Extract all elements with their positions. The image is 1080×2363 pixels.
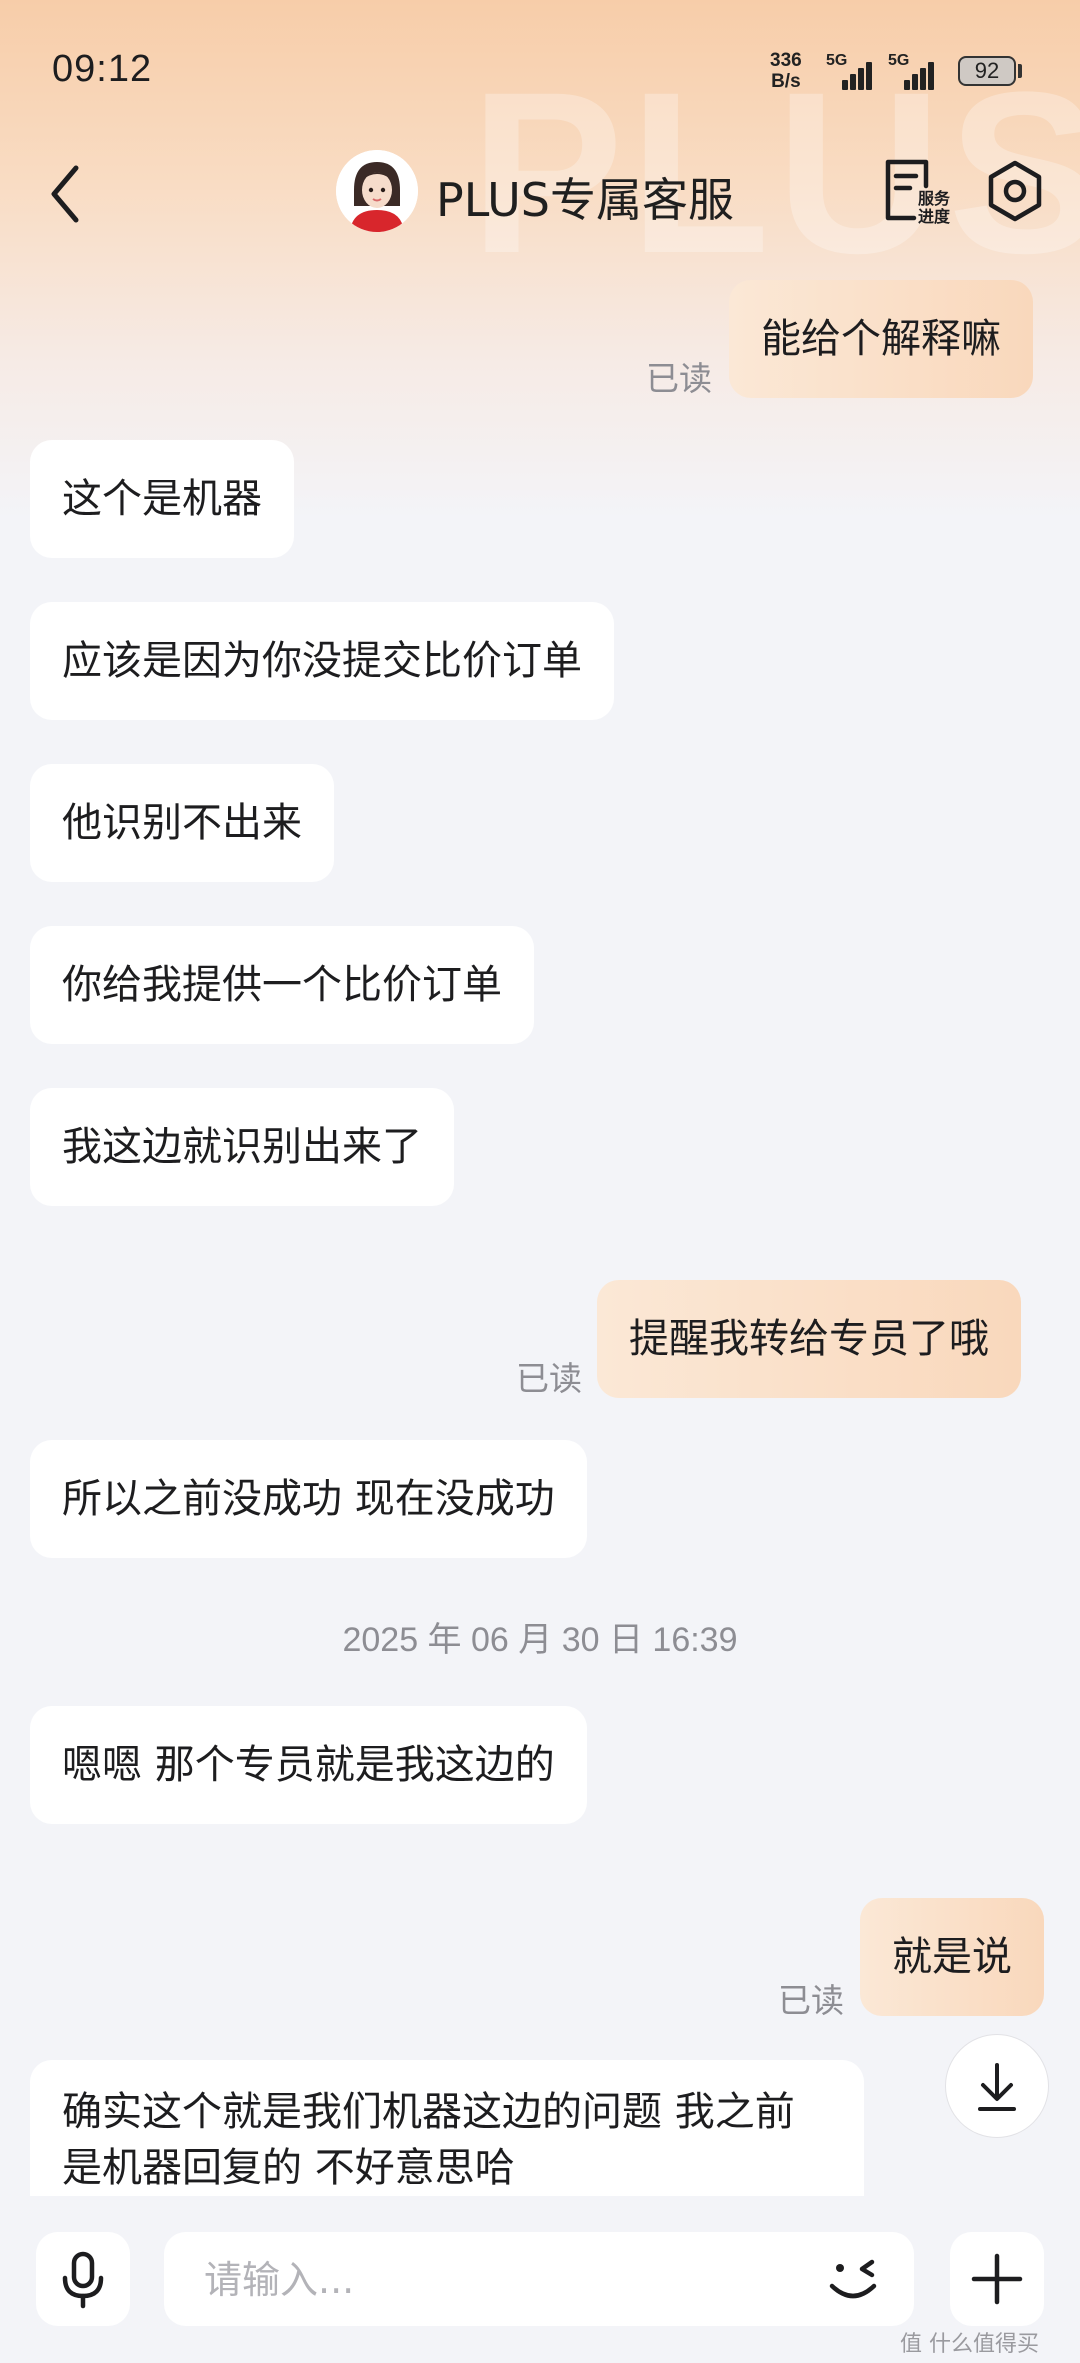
received-message[interactable]: 确实这个就是我们机器这边的问题 我之前是机器回复的 不好意思哈 <box>30 2060 864 2196</box>
received-message[interactable]: 嗯嗯 那个专员就是我这边的 <box>30 1706 587 1824</box>
battery-icon: 92 <box>958 56 1016 86</box>
settings-hexagon-icon <box>988 160 1042 222</box>
read-receipt: 已读 <box>778 1981 844 2020</box>
chevron-left-icon <box>51 165 79 223</box>
service-label-2: 进度 <box>918 207 950 226</box>
emoji-icon <box>829 2259 877 2299</box>
status-time: 09:12 <box>52 48 153 90</box>
received-message[interactable]: 我这边就识别出来了 <box>30 1088 454 1206</box>
received-message[interactable]: 这个是机器 <box>30 440 294 558</box>
sent-message[interactable]: 就是说 <box>860 1898 1044 2016</box>
service-progress-icon: 服务 进度 <box>885 159 951 226</box>
scroll-to-bottom-button[interactable] <box>945 2034 1049 2138</box>
network-speed-value: 336 <box>770 50 802 71</box>
sent-message[interactable]: 能给个解释嘛 <box>729 280 1033 398</box>
received-message[interactable]: 他识别不出来 <box>30 764 334 882</box>
signal-label: 5G <box>826 52 848 69</box>
sent-message[interactable]: 提醒我转给专员了哦 <box>597 1280 1021 1398</box>
message-input-container <box>164 2232 914 2326</box>
received-message[interactable]: 应该是因为你没提交比价订单 <box>30 602 614 720</box>
battery-tip <box>1018 64 1022 78</box>
service-label-1: 服务 <box>918 189 950 208</box>
read-receipt: 已读 <box>646 359 712 398</box>
plus-icon <box>971 2253 1023 2305</box>
microphone-icon <box>62 2251 104 2309</box>
download-arrow-icon <box>978 2063 1016 2111</box>
signal-label: 5G <box>888 52 910 69</box>
network-speed: 336 B/s <box>770 50 802 92</box>
more-options-button[interactable] <box>950 2232 1044 2326</box>
received-message[interactable]: 你给我提供一个比价订单 <box>30 926 534 1044</box>
status-bar: 09:12 336 B/s 5G 5G 92 <box>0 0 1080 140</box>
back-button[interactable] <box>42 158 92 228</box>
site-watermark: 值 什么值得买 <box>900 2332 1039 2357</box>
signal-strength-icon: 5G <box>888 52 940 90</box>
settings-button[interactable] <box>984 158 1046 224</box>
signal-strength-icon: 5G <box>826 52 878 90</box>
voice-input-button[interactable] <box>36 2232 130 2326</box>
received-message[interactable]: 所以之前没成功 现在没成功 <box>30 1440 587 1558</box>
chat-title: PLUS专属客服 <box>436 173 734 227</box>
agent-avatar-illustration <box>336 150 418 232</box>
read-receipt: 已读 <box>516 1359 582 1398</box>
agent-avatar[interactable] <box>336 150 418 232</box>
emoji-button[interactable] <box>816 2242 890 2316</box>
message-input[interactable] <box>202 2250 766 2310</box>
network-speed-unit: B/s <box>771 71 801 92</box>
service-progress-button[interactable]: 服务 进度 <box>880 156 951 226</box>
chat-timestamp: 2025 年 06 月 30 日 16:39 <box>342 1621 738 1659</box>
